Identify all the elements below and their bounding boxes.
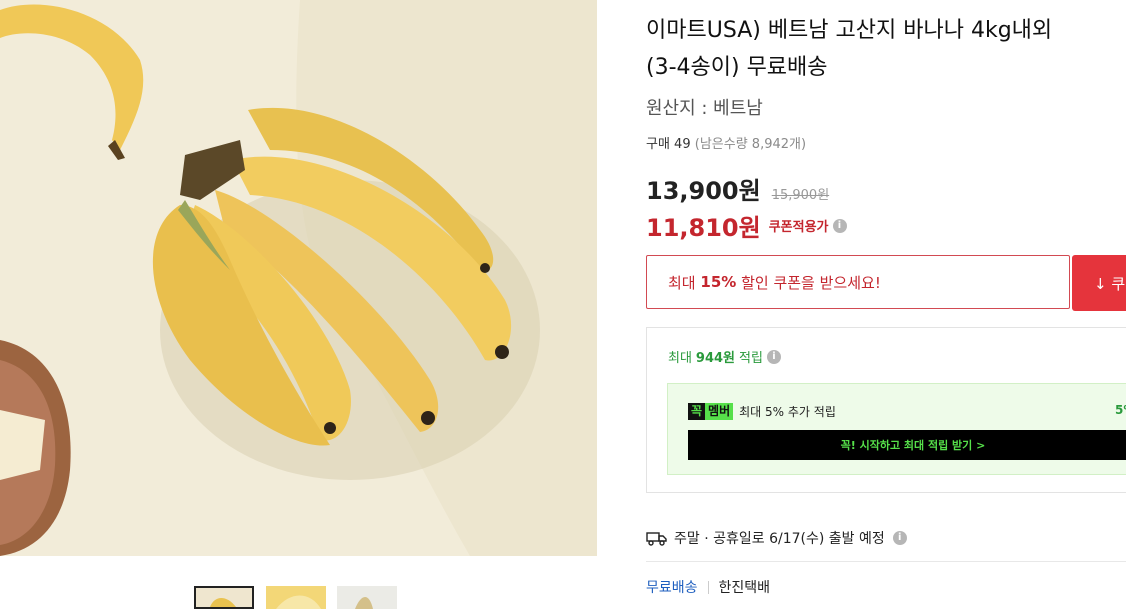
coupon-price: 11,810원: [646, 214, 761, 242]
purchase-count: 구매 49 (남은수량 8,942개): [646, 133, 806, 152]
coupon-banner-prefix: 최대: [668, 273, 696, 292]
info-icon[interactable]: i: [892, 531, 907, 545]
membership-logo-part-b: 멤버: [705, 403, 734, 420]
points-suffix: 적립: [739, 351, 763, 366]
coupon-download-button[interactable]: ↓ 쿠: [1072, 255, 1126, 311]
product-title-line-2: (3-4송이) 무료배송: [646, 55, 828, 80]
membership-logo-part-a: 꼭: [688, 403, 706, 420]
sale-price: 13,900원: [646, 177, 761, 205]
membership-start-button[interactable]: 꼭! 시작하고 최대 적립 받기 >: [688, 430, 1126, 460]
coupon-banner-suffix: 할인 쿠폰을 받으세요!: [741, 273, 881, 292]
shipping-schedule: 주말 · 공휴일로 6/17(수) 출발 예정 i: [646, 528, 907, 548]
original-price: 15,900원: [771, 188, 830, 203]
coupon-price-row: 11,810원 쿠폰적용가 i: [646, 208, 847, 243]
thumbnail-2[interactable]: [266, 586, 326, 609]
coupon-price-tag: 쿠폰적용가: [768, 220, 829, 235]
truck-icon: [646, 532, 667, 546]
remaining-stock: (남은수량 8,942개): [694, 137, 807, 152]
product-title-line-1: 이마트USA) 베트남 고산지 바나나 4kg내외: [646, 18, 1053, 43]
membership-logo: 꼭 멤버: [688, 403, 734, 420]
banana-photo: [0, 0, 597, 556]
purchase-label: 구매 49: [646, 137, 691, 152]
info-icon[interactable]: i: [832, 218, 847, 233]
thumbnail-1[interactable]: [194, 586, 254, 609]
product-title: 이마트USA) 베트남 고산지 바나나 4kg내외 (3-4송이) 무료배송: [646, 12, 1126, 86]
membership-text: 최대 5% 추가 적립: [739, 405, 836, 419]
membership-header: 꼭 멤버 최대 5% 추가 적립: [688, 403, 836, 420]
product-origin: 원산지 : 베트남: [646, 98, 763, 119]
max-points-line: 최대 944원 적립 i: [668, 347, 781, 366]
thumbnail-3[interactable]: [337, 586, 397, 609]
delivery-row: 무료배송 한진택배: [646, 577, 770, 597]
divider: [646, 561, 1126, 562]
separator: [707, 580, 709, 594]
coupon-banner[interactable]: 최대 15% 할인 쿠폰을 받으세요!: [646, 255, 1070, 309]
points-prefix: 최대: [668, 351, 692, 366]
membership-box: 꼭멤버 최대 5% 추가 적립 5% 꼭! 시작하고 최대 적립 받기 >: [667, 383, 1126, 475]
membership-rate: 5%: [1115, 403, 1126, 417]
points-amount: 944원: [695, 351, 736, 366]
free-shipping-label: 무료배송: [646, 580, 698, 596]
price-row: 13,900원 15,900원: [646, 171, 829, 206]
coupon-banner-percent: 15%: [700, 273, 737, 291]
courier-name: 한진택배: [718, 580, 771, 596]
info-icon[interactable]: i: [766, 349, 781, 364]
product-main-image: [0, 0, 597, 556]
points-box: 최대 944원 적립 i 꼭멤버 최대 5% 추가 적립 5% 꼭! 시작하고 …: [646, 327, 1126, 493]
shipping-schedule-text: 주말 · 공휴일로 6/17(수) 출발 예정: [674, 531, 885, 547]
